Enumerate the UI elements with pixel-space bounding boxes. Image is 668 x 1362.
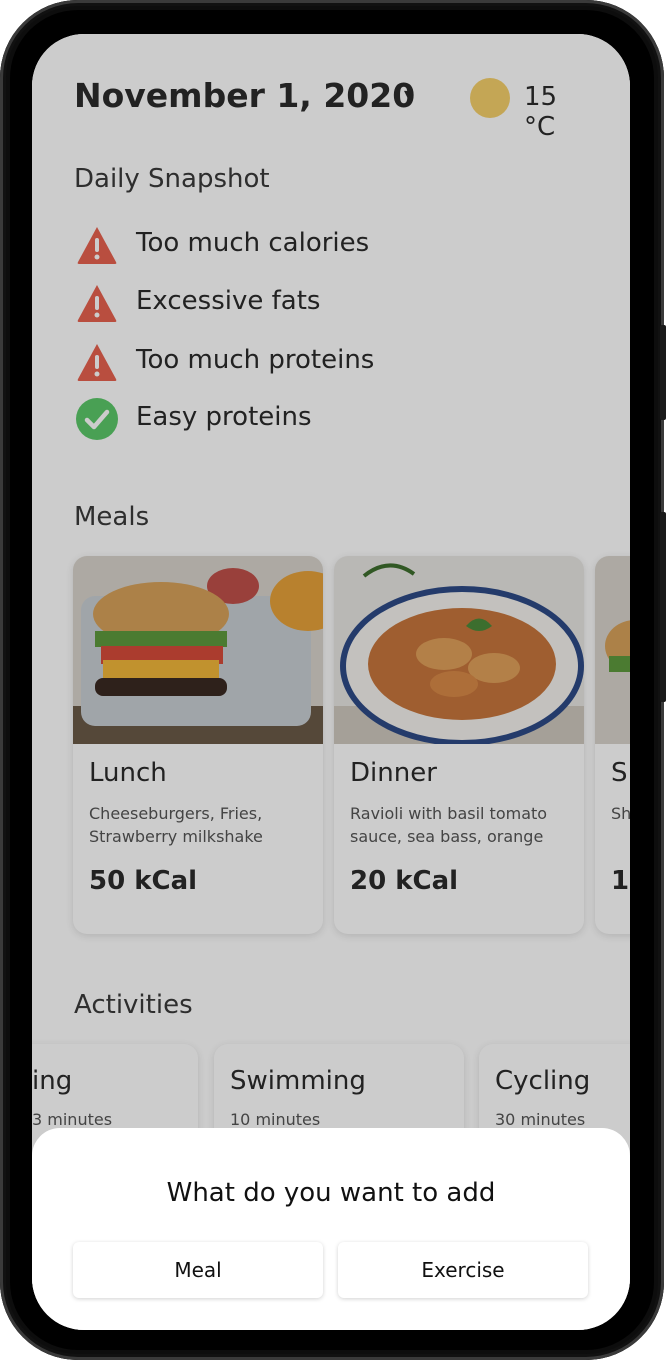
sheet-title: What do you want to add xyxy=(166,1178,496,1208)
volume-button xyxy=(660,325,666,420)
power-button xyxy=(660,512,666,702)
add-bottom-sheet: What do you want to add Meal Exercise xyxy=(32,1128,630,1330)
phone-frame: November 1, 2020 ▾ 15 °C Daily Snapshot … xyxy=(0,0,666,1360)
add-exercise-button[interactable]: Exercise xyxy=(338,1242,588,1298)
app-screen: November 1, 2020 ▾ 15 °C Daily Snapshot … xyxy=(32,34,630,1330)
add-meal-button[interactable]: Meal xyxy=(73,1242,323,1298)
